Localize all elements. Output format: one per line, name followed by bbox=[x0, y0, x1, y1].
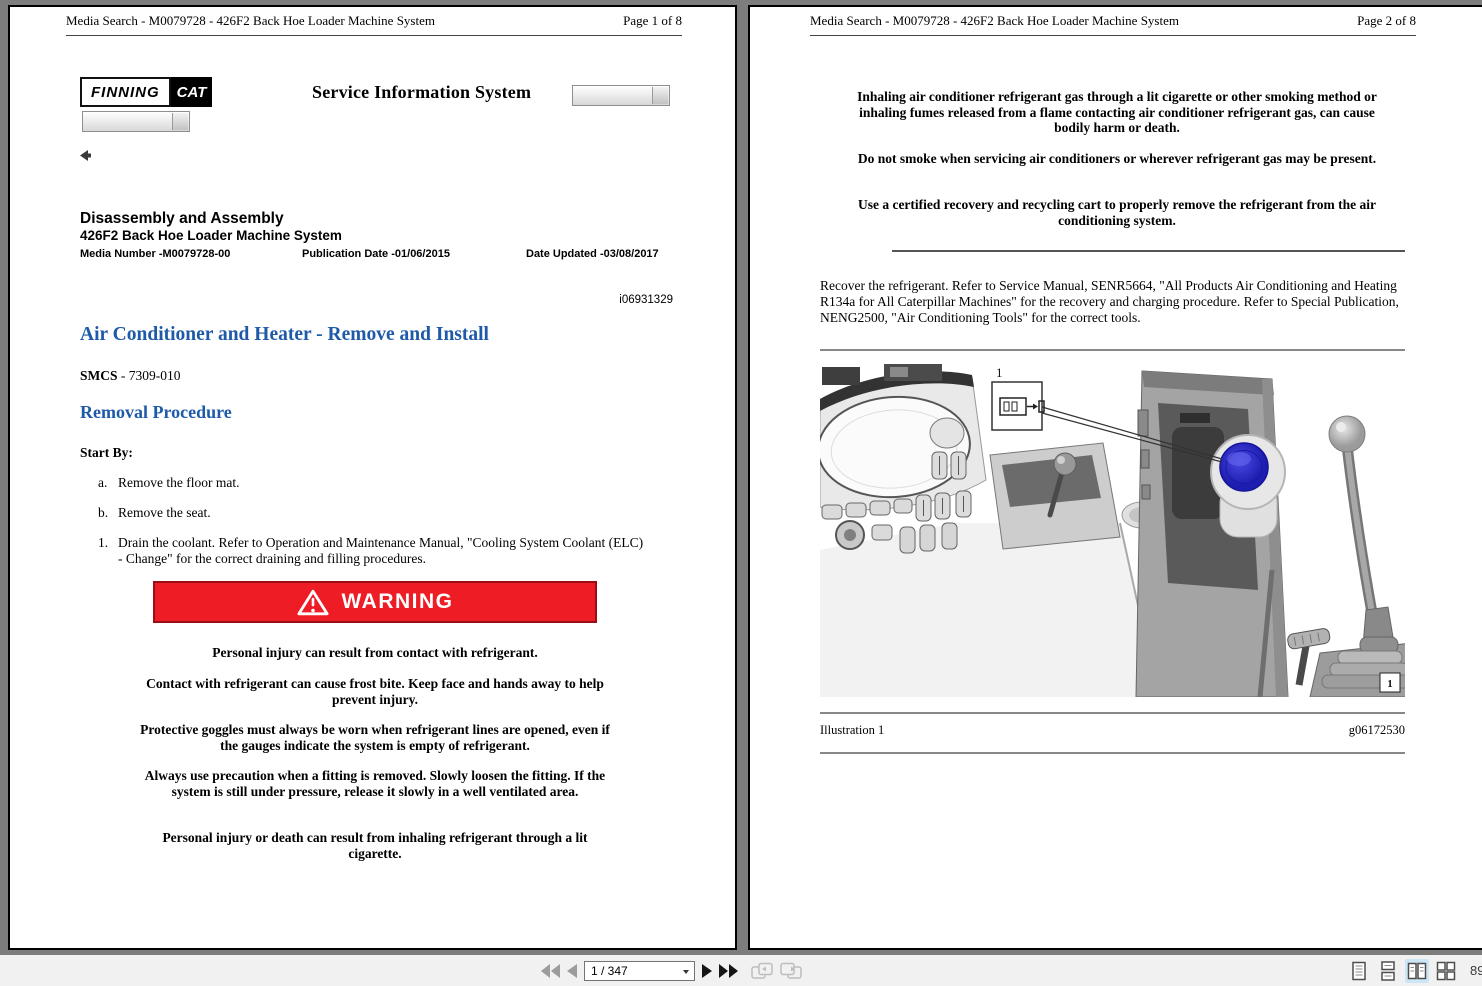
warning-paragraph: Personal injury can result from contact … bbox=[140, 645, 610, 661]
removal-heading: Removal Procedure bbox=[80, 402, 232, 423]
dropdown-button[interactable] bbox=[652, 87, 668, 104]
two-page-continuous-view-button[interactable] bbox=[1434, 959, 1458, 983]
smcs-line: SMCS - 7309-010 bbox=[80, 368, 181, 384]
recover-paragraph: Recover the refrigerant. Refer to Servic… bbox=[820, 278, 1410, 326]
header-title: Media Search - M0079728 - 426F2 Back Hoe… bbox=[66, 12, 435, 30]
divider bbox=[892, 250, 1405, 252]
illustration-caption-row: Illustration 1 g06172530 bbox=[820, 723, 1405, 738]
warning-paragraph: Use a certified recovery and recycling c… bbox=[852, 197, 1382, 228]
callout-number: 1 bbox=[996, 365, 1003, 380]
publication-date: Publication Date -01/06/2015 bbox=[302, 248, 450, 260]
warning-paragraph: Inhaling air conditioner refrigerant gas… bbox=[852, 89, 1382, 136]
page-navigation-group: 1 / 347 bbox=[541, 955, 802, 986]
header-page-number: Page 2 of 8 bbox=[1357, 12, 1416, 30]
finning-cat-logo: FINNING CAT bbox=[80, 77, 212, 107]
doc-section-title: Disassembly and Assembly bbox=[80, 210, 284, 228]
warning-paragraph: Protective goggles must always be worn w… bbox=[140, 722, 610, 753]
header-dropdown-left[interactable] bbox=[82, 111, 190, 132]
illustration-caption: Illustration 1 bbox=[820, 723, 884, 738]
document-page-1: Media Search - M0079728 - 426F2 Back Hoe… bbox=[8, 5, 737, 950]
viewer-toolbar: 1 / 347 bbox=[0, 955, 1482, 986]
illustration-image: 1 bbox=[820, 355, 1405, 697]
smcs-value: - 7309-010 bbox=[118, 368, 181, 383]
page-dropdown-arrow-icon[interactable] bbox=[683, 970, 689, 974]
start-by-label: Start By: bbox=[80, 445, 133, 461]
step-1: 1. Drain the coolant. Refer to Operation… bbox=[98, 535, 646, 567]
page1-header: Media Search - M0079728 - 426F2 Back Hoe… bbox=[66, 12, 682, 36]
step-marker: a. bbox=[98, 475, 118, 491]
divider bbox=[820, 752, 1405, 754]
single-page-view-button[interactable] bbox=[1347, 959, 1371, 983]
pointer-icon bbox=[80, 148, 91, 166]
step-text: Drain the coolant. Refer to Operation an… bbox=[118, 535, 646, 567]
illustration-figure-id: g06172530 bbox=[1349, 723, 1405, 738]
document-id: i06931329 bbox=[619, 294, 673, 306]
previous-view-button[interactable] bbox=[751, 962, 773, 980]
page2-header: Media Search - M0079728 - 426F2 Back Hoe… bbox=[810, 12, 1416, 36]
step-b: b. Remove the seat. bbox=[98, 505, 211, 521]
dropdown-button[interactable] bbox=[172, 113, 188, 130]
page-number-input[interactable]: 1 / 347 bbox=[584, 961, 695, 981]
sis-title: Service Information System bbox=[312, 82, 531, 103]
next-page-button[interactable] bbox=[702, 964, 712, 978]
last-page-button[interactable] bbox=[719, 964, 738, 978]
document-page-2: Media Search - M0079728 - 426F2 Back Hoe… bbox=[748, 5, 1482, 950]
media-number: Media Number -M0079728-00 bbox=[80, 248, 230, 260]
warning-paragraph: Do not smoke when servicing air conditio… bbox=[852, 151, 1382, 167]
two-page-view-button[interactable] bbox=[1405, 959, 1429, 983]
header-title: Media Search - M0079728 - 426F2 Back Hoe… bbox=[810, 12, 1179, 30]
warning-paragraph: Personal injury or death can result from… bbox=[140, 830, 610, 861]
previous-page-button[interactable] bbox=[567, 964, 577, 978]
finning-logo-text: FINNING bbox=[80, 77, 171, 107]
cat-logo-text: CAT bbox=[171, 77, 213, 107]
warning-triangle-icon bbox=[297, 589, 329, 616]
step-text: Remove the floor mat. bbox=[118, 475, 239, 491]
warning-label: WARNING bbox=[342, 590, 454, 614]
pdf-viewer: Media Search - M0079728 - 426F2 Back Hoe… bbox=[0, 0, 1482, 986]
warning-paragraph: Contact with refrigerant can cause frost… bbox=[140, 676, 610, 707]
doc-model-title: 426F2 Back Hoe Loader Machine System bbox=[80, 228, 342, 243]
divider bbox=[820, 349, 1405, 351]
smcs-label: SMCS bbox=[80, 368, 118, 383]
warning-banner: WARNING bbox=[153, 581, 597, 623]
article-title: Air Conditioner and Heater - Remove and … bbox=[80, 324, 489, 346]
warning-paragraph: Always use precaution when a fitting is … bbox=[140, 768, 610, 799]
zoom-level-text: 89. bbox=[1470, 963, 1482, 978]
page-number-value: 1 / 347 bbox=[591, 964, 628, 978]
step-marker: b. bbox=[98, 505, 118, 521]
first-page-button[interactable] bbox=[541, 964, 560, 978]
corner-label-number: 1 bbox=[1387, 678, 1393, 690]
date-updated: Date Updated -03/08/2017 bbox=[526, 248, 659, 260]
continuous-view-button[interactable] bbox=[1376, 959, 1400, 983]
page-layout-group: 89. bbox=[1347, 955, 1482, 986]
divider bbox=[820, 712, 1405, 714]
next-view-button[interactable] bbox=[780, 962, 802, 980]
step-a: a. Remove the floor mat. bbox=[98, 475, 239, 491]
step-text: Remove the seat. bbox=[118, 505, 211, 521]
step-marker: 1. bbox=[98, 535, 118, 567]
header-dropdown-right[interactable] bbox=[572, 85, 670, 106]
header-page-number: Page 1 of 8 bbox=[623, 12, 682, 30]
